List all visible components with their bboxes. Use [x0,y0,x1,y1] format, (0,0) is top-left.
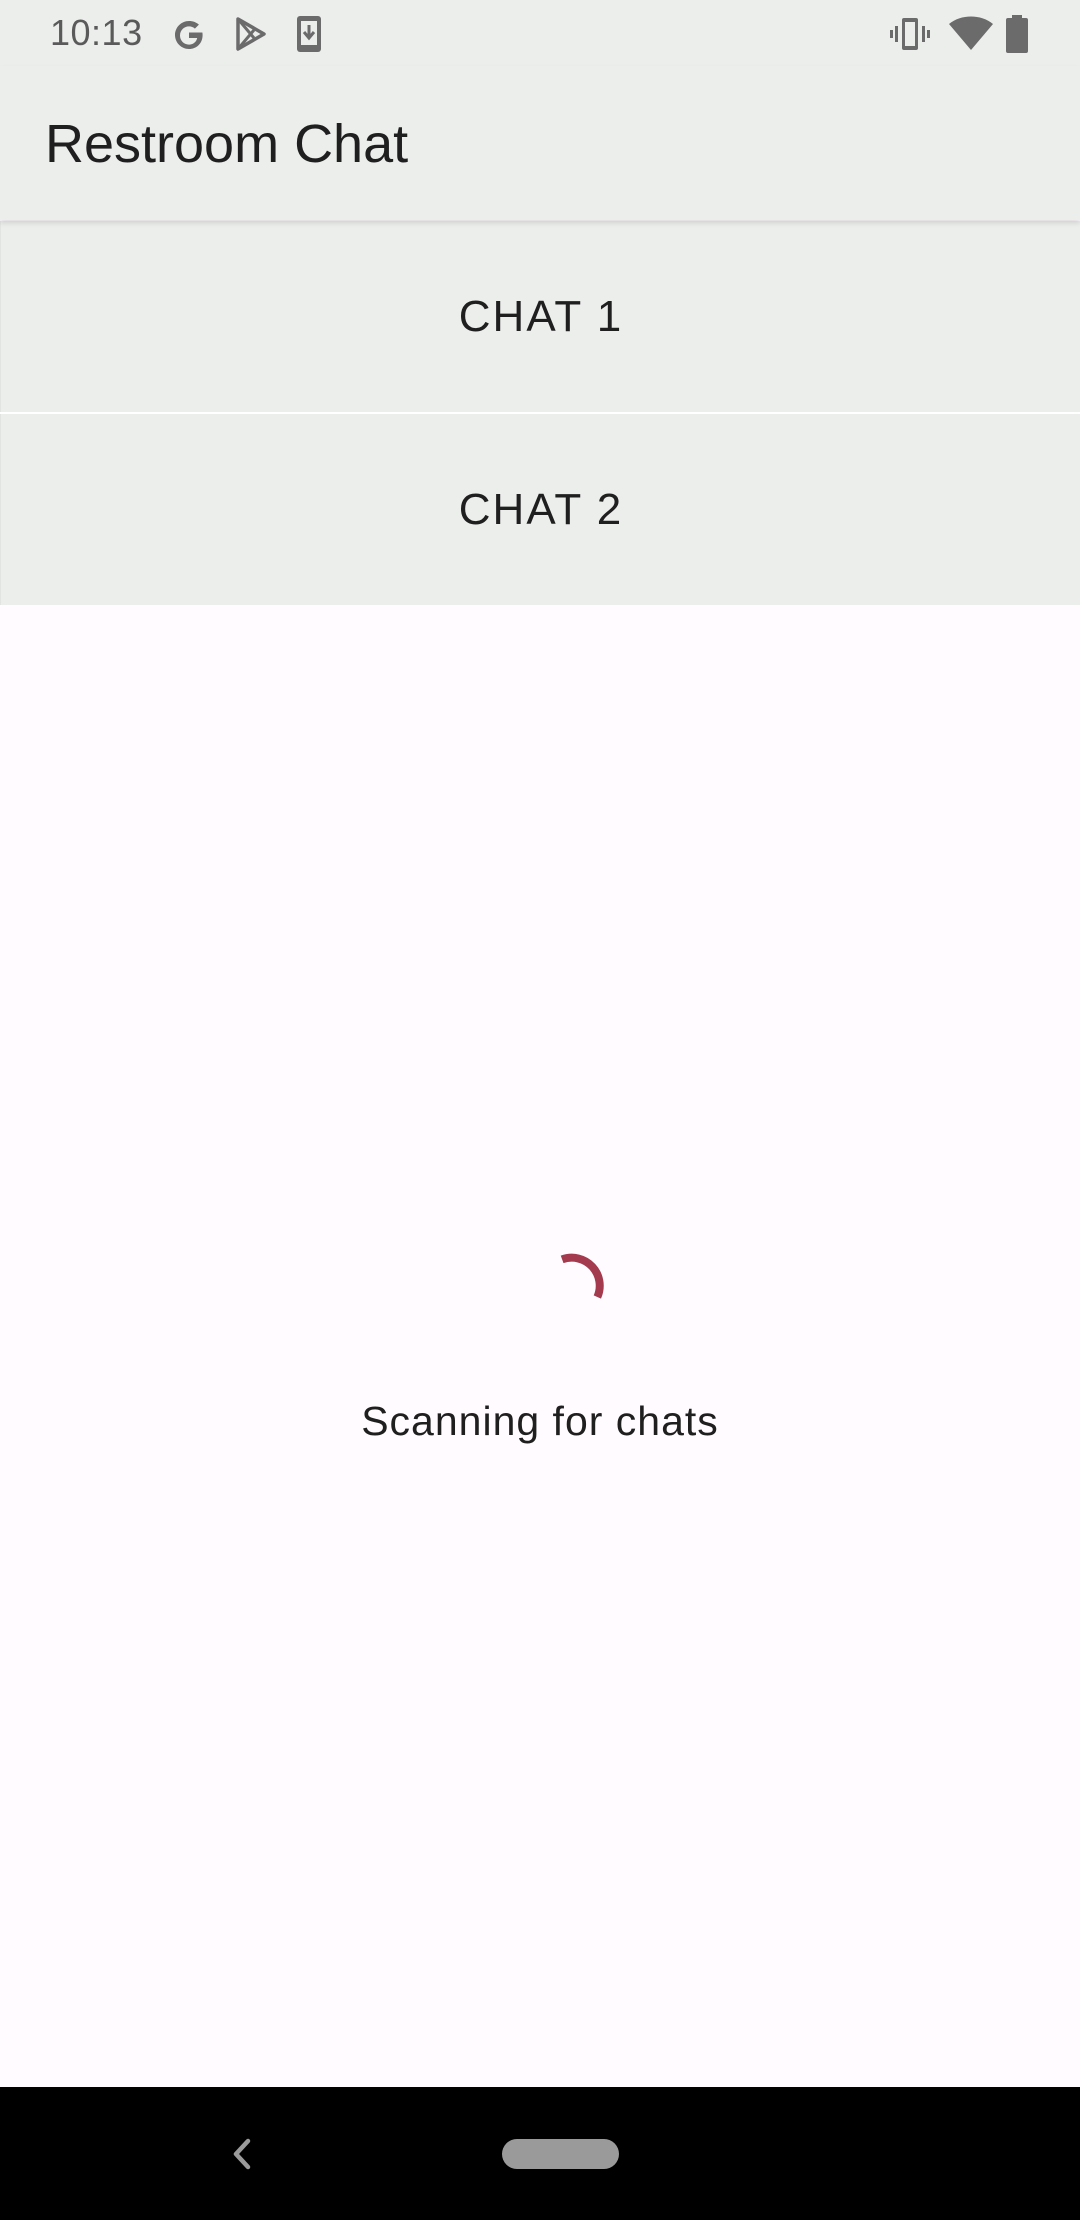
scanning-message: Scanning for chats [361,1398,719,1444]
play-store-icon [236,17,266,51]
home-pill-icon[interactable] [502,2139,619,2169]
chat-2-button[interactable]: CHAT 2 [0,414,1080,605]
download-icon [297,16,321,52]
google-icon [175,21,203,49]
status-bar: 10:13 [0,0,1080,66]
chat-1-button[interactable]: CHAT 1 [0,221,1080,412]
back-icon[interactable] [222,2127,258,2181]
battery-icon [1006,15,1028,53]
app-bar: Restroom Chat [0,66,1080,220]
app-title: Restroom Chat [45,114,409,174]
loading-spinner-icon [560,1253,604,1299]
wifi-icon [949,16,993,50]
navigation-bar [0,2087,1080,2220]
status-time: 10:13 [50,12,143,53]
vibrate-icon [890,18,930,50]
screen: 10:13 Restroom Chat CHAT 1 CHAT 2 Scanni… [0,0,1080,2220]
